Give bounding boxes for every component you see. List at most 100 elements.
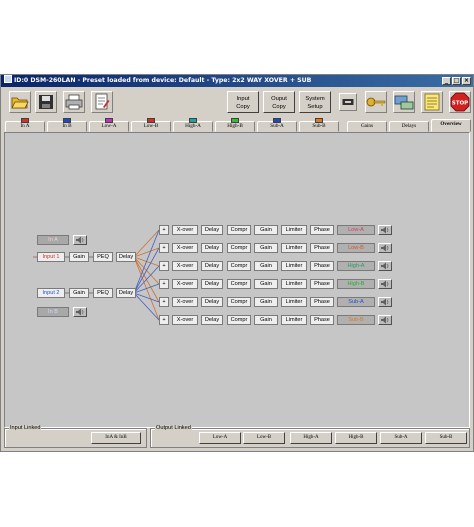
link-high-b-button[interactable]: High-B [335, 432, 377, 444]
phase-block[interactable]: Phase [310, 243, 334, 253]
gain-block[interactable]: Gain [254, 297, 278, 307]
input-1-delay[interactable]: Delay [116, 252, 136, 262]
xover-block[interactable]: X-over [172, 315, 198, 325]
input-1-block[interactable]: Input 1 [37, 252, 65, 262]
in-b-label[interactable]: In B [37, 307, 69, 317]
compressor-block[interactable]: Compr [227, 279, 251, 289]
limiter-block[interactable]: Limiter [281, 279, 307, 289]
xover-block[interactable]: X-over [172, 261, 198, 271]
phase-block[interactable]: Phase [310, 279, 334, 289]
gain-block[interactable]: Gain [254, 243, 278, 253]
output-mix-button[interactable]: + [159, 225, 169, 235]
notes-icon[interactable] [421, 91, 443, 113]
in-a-label[interactable]: In A [37, 235, 69, 245]
xover-block[interactable]: X-over [172, 243, 198, 253]
speaker-mute-icon[interactable] [73, 307, 87, 317]
gain-block[interactable]: Gain [254, 315, 278, 325]
compressor-block[interactable]: Compr [227, 297, 251, 307]
delay-block[interactable]: Delay [201, 279, 223, 289]
tab-delays[interactable]: Delays [389, 121, 429, 132]
speaker-mute-icon[interactable] [378, 225, 392, 235]
system-setup-button[interactable]: System Setup [299, 91, 331, 113]
output-label-high-b[interactable]: High-B [337, 279, 375, 289]
document-edit-icon[interactable] [91, 91, 113, 113]
compressor-block[interactable]: Compr [227, 225, 251, 235]
output-label-high-a[interactable]: High-A [337, 261, 375, 271]
tab-high-a[interactable]: High-A [173, 118, 213, 132]
delay-block[interactable]: Delay [201, 243, 223, 253]
delay-block[interactable]: Delay [201, 225, 223, 235]
output-label-sub-b[interactable]: Sub-B [337, 315, 375, 325]
compressor-block[interactable]: Compr [227, 315, 251, 325]
phase-block[interactable]: Phase [310, 261, 334, 271]
output-copy-button[interactable]: Ouput Copy [263, 91, 295, 113]
gain-block[interactable]: Gain [254, 225, 278, 235]
delay-block[interactable]: Delay [201, 261, 223, 271]
tab-high-b[interactable]: High-B [215, 118, 255, 132]
tab-overview[interactable]: Overview [431, 119, 471, 132]
gain-block[interactable]: Gain [254, 279, 278, 289]
device-network-icon[interactable] [393, 91, 415, 113]
speaker-mute-icon[interactable] [73, 235, 87, 245]
link-sub-b-button[interactable]: Sub-B [425, 432, 467, 444]
print-icon[interactable] [63, 91, 85, 113]
phase-block[interactable]: Phase [310, 225, 334, 235]
speaker-mute-icon[interactable] [378, 243, 392, 253]
output-mix-button[interactable]: + [159, 279, 169, 289]
input-2-delay[interactable]: Delay [116, 288, 136, 298]
maximize-button[interactable]: □ [452, 77, 461, 85]
stop-icon[interactable]: STOP [449, 91, 471, 113]
speaker-mute-icon[interactable] [378, 279, 392, 289]
input-1-gain[interactable]: Gain [69, 252, 89, 262]
limiter-block[interactable]: Limiter [281, 297, 307, 307]
link-high-a-button[interactable]: High-A [290, 432, 332, 444]
limiter-block[interactable]: Limiter [281, 243, 307, 253]
input-2-gain[interactable]: Gain [69, 288, 89, 298]
output-mix-button[interactable]: + [159, 297, 169, 307]
delay-block[interactable]: Delay [201, 315, 223, 325]
minimize-button[interactable]: _ [442, 77, 451, 85]
phase-block[interactable]: Phase [310, 315, 334, 325]
close-button[interactable]: × [462, 77, 471, 85]
phase-block[interactable]: Phase [310, 297, 334, 307]
speaker-mute-icon[interactable] [378, 315, 392, 325]
gain-block[interactable]: Gain [254, 261, 278, 271]
input-1-peq[interactable]: PEQ [93, 252, 113, 262]
compressor-block[interactable]: Compr [227, 243, 251, 253]
output-label-sub-a[interactable]: Sub-A [337, 297, 375, 307]
input-2-peq[interactable]: PEQ [93, 288, 113, 298]
limiter-block[interactable]: Limiter [281, 315, 307, 325]
link-ina-inb-button[interactable]: InA & InB [91, 432, 141, 444]
overview-panel: In A Input 1 Gain PEQ Delay Input 2 Gain… [4, 132, 470, 428]
output-mix-button[interactable]: + [159, 243, 169, 253]
input-2-block[interactable]: Input 2 [37, 288, 65, 298]
open-folder-icon[interactable] [9, 91, 31, 113]
save-disk-icon[interactable] [35, 91, 57, 113]
link-icon[interactable] [339, 93, 357, 111]
speaker-mute-icon[interactable] [378, 261, 392, 271]
compressor-block[interactable]: Compr [227, 261, 251, 271]
tab-sub-b[interactable]: Sub-B [299, 118, 339, 132]
tab-low-b[interactable]: Low-B [131, 118, 171, 132]
xover-block[interactable]: X-over [172, 279, 198, 289]
input-copy-button[interactable]: Input Copy [227, 91, 259, 113]
limiter-block[interactable]: Limiter [281, 261, 307, 271]
link-low-b-button[interactable]: Low-B [243, 432, 285, 444]
output-label-low-a[interactable]: Low-A [337, 225, 375, 235]
output-mix-button[interactable]: + [159, 315, 169, 325]
delay-block[interactable]: Delay [201, 297, 223, 307]
output-mix-button[interactable]: + [159, 261, 169, 271]
limiter-block[interactable]: Limiter [281, 225, 307, 235]
speaker-mute-icon[interactable] [378, 297, 392, 307]
link-low-a-button[interactable]: Low-A [199, 432, 241, 444]
tab-gains[interactable]: Gains [347, 121, 387, 132]
key-icon[interactable] [365, 91, 387, 113]
xover-block[interactable]: X-over [172, 225, 198, 235]
xover-block[interactable]: X-over [172, 297, 198, 307]
tab-in-b[interactable]: In B [47, 118, 87, 132]
tab-in-a[interactable]: In A [5, 118, 45, 132]
tab-sub-a[interactable]: Sub-A [257, 118, 297, 132]
link-sub-a-button[interactable]: Sub-A [380, 432, 422, 444]
tab-low-a[interactable]: Low-A [89, 118, 129, 132]
output-label-low-b[interactable]: Low-B [337, 243, 375, 253]
